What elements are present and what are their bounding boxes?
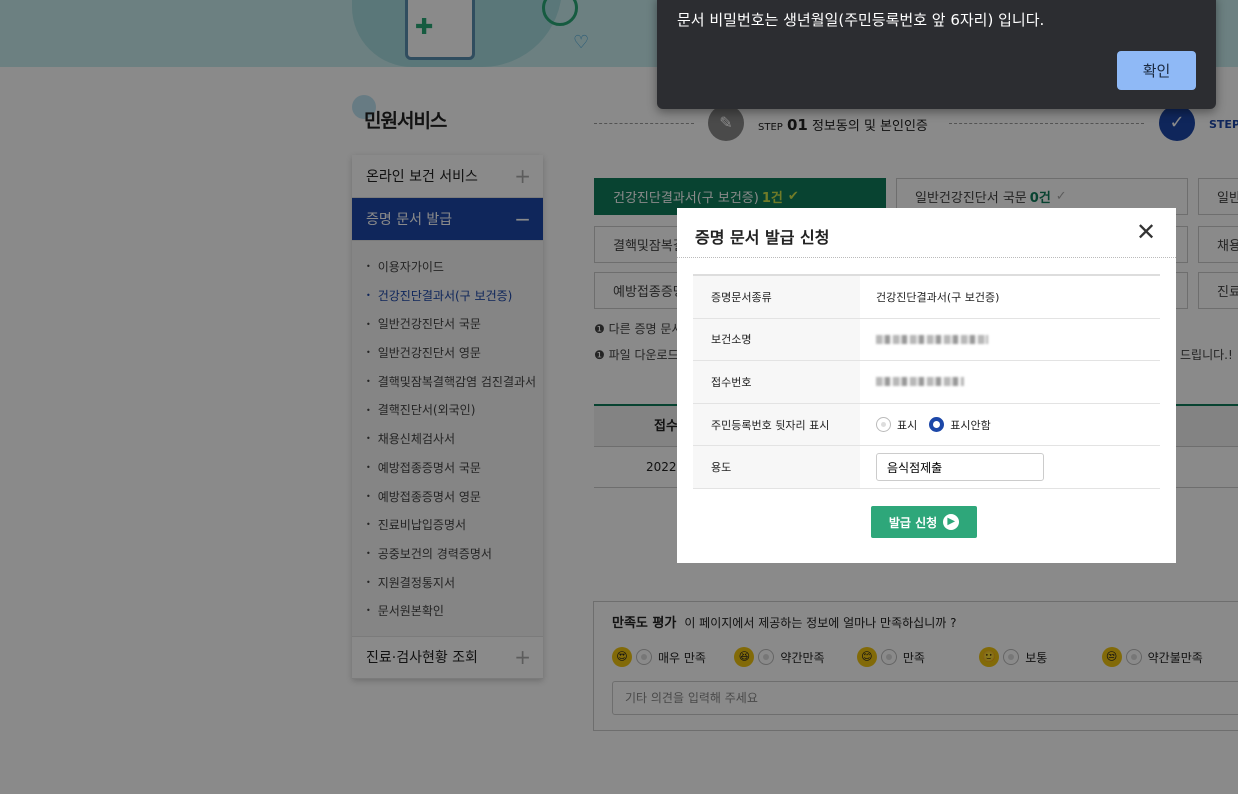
submit-request-button[interactable]: 발급 신청 ▶ bbox=[871, 506, 977, 538]
confirm-button[interactable]: 확인 bbox=[1117, 51, 1196, 90]
row-receipt-no: 접수번호 bbox=[693, 361, 1160, 404]
divider bbox=[677, 257, 1176, 258]
radio-hide[interactable] bbox=[929, 417, 945, 433]
row-rrn-display: 주민등록번호 뒷자리 표시 표시 표시안함 bbox=[693, 403, 1160, 447]
row-doc-type: 증명문서종류 건강진단결과서(구 보건증) bbox=[693, 276, 1160, 319]
alert-message: 문서 비밀번호는 생년월일(주민등록번호 앞 6자리) 입니다. bbox=[677, 11, 1045, 29]
arrow-right-icon: ▶ bbox=[943, 514, 960, 530]
modal-title: 증명 문서 발급 신청 bbox=[695, 228, 830, 247]
row-purpose: 용도 bbox=[693, 446, 1160, 489]
redacted-value bbox=[876, 334, 988, 344]
purpose-input[interactable] bbox=[876, 453, 1044, 482]
redacted-value bbox=[876, 377, 964, 387]
alert-dialog: 문서 비밀번호는 생년월일(주민등록번호 앞 6자리) 입니다. 확인 bbox=[657, 0, 1216, 109]
certificate-request-modal: 증명 문서 발급 신청 ✕ 증명문서종류 건강진단결과서(구 보건증) 보건소명 … bbox=[677, 208, 1176, 563]
row-health-center: 보건소명 bbox=[693, 318, 1160, 362]
close-icon[interactable]: ✕ bbox=[1136, 218, 1156, 246]
radio-show[interactable] bbox=[876, 417, 891, 433]
